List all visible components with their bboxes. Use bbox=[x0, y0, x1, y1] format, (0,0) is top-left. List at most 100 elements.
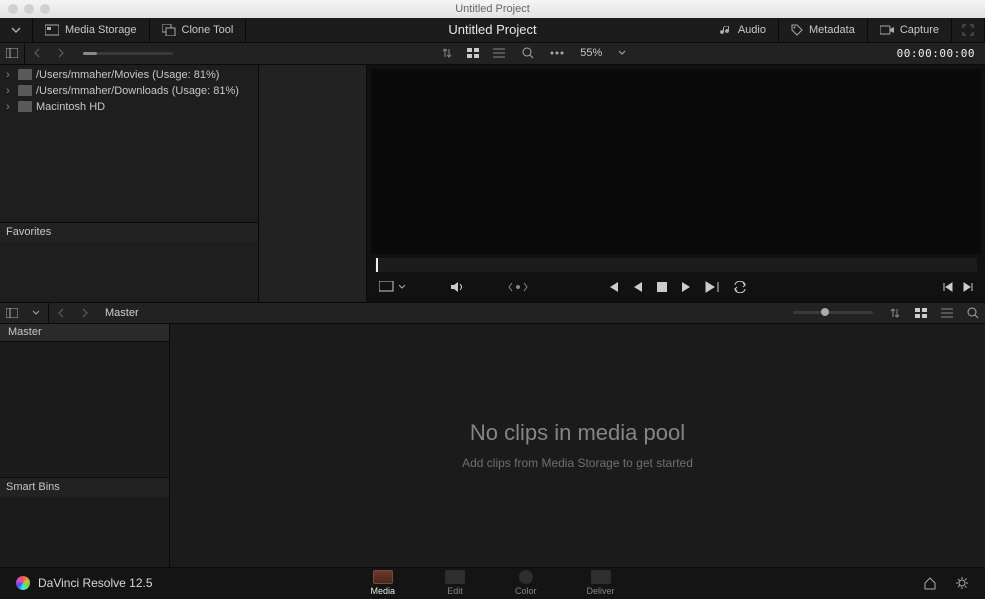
clone-tool-icon bbox=[162, 24, 176, 36]
go-to-end-button[interactable] bbox=[705, 281, 719, 293]
minimize-window-icon[interactable] bbox=[24, 4, 34, 14]
play-icon bbox=[681, 281, 691, 293]
pool-layout-button[interactable] bbox=[0, 302, 24, 324]
pool-grid-view[interactable] bbox=[909, 302, 933, 324]
tab-label: Color bbox=[515, 586, 537, 596]
pool-nav-back[interactable] bbox=[49, 302, 73, 324]
secondary-toolbar: 55% 00:00:00:00 bbox=[0, 43, 985, 65]
playhead-icon[interactable] bbox=[376, 258, 378, 272]
project-settings-button[interactable] bbox=[955, 576, 969, 590]
tree-item[interactable]: › /Users/mmaher/Downloads (Usage: 81%) bbox=[0, 83, 258, 99]
skip-forward-icon bbox=[705, 281, 719, 293]
media-storage-icon bbox=[45, 24, 59, 36]
project-title: Untitled Project bbox=[448, 22, 536, 37]
capture-button[interactable]: Capture bbox=[868, 18, 952, 42]
clone-tool-label: Clone Tool bbox=[182, 24, 234, 36]
color-tab-icon bbox=[519, 570, 533, 584]
tree-item-label: Macintosh HD bbox=[36, 101, 105, 113]
tab-deliver[interactable]: Deliver bbox=[587, 570, 615, 596]
edit-tab-icon bbox=[445, 570, 465, 584]
zoom-level[interactable]: 55% bbox=[580, 47, 602, 59]
prev-clip-button[interactable] bbox=[943, 282, 953, 292]
chevron-right-icon: › bbox=[6, 101, 14, 113]
clone-tool-button[interactable]: Clone Tool bbox=[150, 18, 247, 42]
grid-view-button[interactable] bbox=[461, 42, 485, 64]
panel-layout-button[interactable] bbox=[0, 42, 24, 64]
search-button[interactable] bbox=[516, 42, 540, 64]
app-branding: DaVinci Resolve 12.5 bbox=[16, 576, 153, 590]
step-back-button[interactable] bbox=[633, 281, 643, 293]
davinci-logo-icon bbox=[16, 576, 30, 590]
capture-icon bbox=[880, 25, 894, 35]
tab-color[interactable]: Color bbox=[515, 570, 537, 596]
timecode-display[interactable]: 00:00:00:00 bbox=[887, 47, 985, 60]
tree-item[interactable]: › /Users/mmaher/Movies (Usage: 81%) bbox=[0, 67, 258, 83]
source-viewer bbox=[367, 65, 985, 302]
home-button[interactable] bbox=[923, 576, 937, 590]
go-to-start-button[interactable] bbox=[605, 281, 619, 293]
nav-forward-button[interactable] bbox=[49, 42, 73, 64]
zoom-dropdown[interactable] bbox=[610, 42, 634, 64]
skip-back-icon bbox=[605, 281, 619, 293]
list-icon bbox=[941, 308, 953, 318]
next-clip-button[interactable] bbox=[963, 282, 973, 292]
viewer-mode-button[interactable] bbox=[379, 281, 406, 293]
gear-icon bbox=[955, 576, 969, 590]
viewer-controls bbox=[367, 272, 985, 302]
sort-button[interactable] bbox=[435, 42, 459, 64]
stop-button[interactable] bbox=[657, 282, 667, 292]
fullscreen-button[interactable] bbox=[952, 18, 985, 42]
tree-item-label: /Users/mmaher/Movies (Usage: 81%) bbox=[36, 69, 219, 81]
pool-thumb-slider[interactable] bbox=[793, 311, 873, 314]
match-frame-button[interactable] bbox=[508, 282, 528, 292]
favorites-header[interactable]: Favorites bbox=[0, 222, 258, 242]
speaker-icon bbox=[450, 281, 464, 293]
list-view-button[interactable] bbox=[487, 42, 511, 64]
nav-back-button[interactable] bbox=[25, 42, 49, 64]
chevron-right-icon: › bbox=[6, 69, 14, 81]
tab-edit[interactable]: Edit bbox=[445, 570, 465, 596]
empty-pool-title: No clips in media pool bbox=[470, 420, 685, 446]
workspace-dropdown[interactable] bbox=[0, 18, 33, 42]
options-button[interactable] bbox=[545, 42, 569, 64]
loop-button[interactable] bbox=[733, 281, 747, 293]
thumbnail-size-slider[interactable] bbox=[83, 52, 173, 55]
pool-breadcrumb[interactable]: Master bbox=[97, 307, 147, 319]
pool-list-view[interactable] bbox=[935, 302, 959, 324]
media-storage-button[interactable]: Media Storage bbox=[33, 18, 150, 42]
pool-dropdown[interactable] bbox=[24, 302, 48, 324]
pool-nav-forward[interactable] bbox=[73, 302, 97, 324]
capture-label: Capture bbox=[900, 24, 939, 36]
tab-media[interactable]: Media bbox=[370, 570, 395, 596]
drive-icon bbox=[18, 85, 32, 96]
close-window-icon[interactable] bbox=[8, 4, 18, 14]
metadata-button[interactable]: Metadata bbox=[779, 18, 868, 42]
mute-button[interactable] bbox=[450, 281, 464, 293]
smart-bins-header[interactable]: Smart Bins bbox=[0, 477, 169, 497]
drive-icon bbox=[18, 69, 32, 80]
pool-search-button[interactable] bbox=[961, 302, 985, 324]
tree-item[interactable]: › Macintosh HD bbox=[0, 99, 258, 115]
play-button[interactable] bbox=[681, 281, 691, 293]
top-toolbar: Media Storage Clone Tool Untitled Projec… bbox=[0, 18, 985, 43]
viewer-timeline[interactable] bbox=[375, 258, 977, 272]
favorites-area bbox=[0, 242, 258, 302]
audio-label: Audio bbox=[738, 24, 766, 36]
chevron-right-icon: › bbox=[6, 85, 14, 97]
layout-icon bbox=[6, 308, 18, 318]
tab-label: Edit bbox=[447, 586, 463, 596]
grid-icon bbox=[467, 48, 479, 58]
music-note-icon bbox=[720, 24, 732, 36]
viewer-canvas bbox=[371, 69, 981, 254]
empty-pool-subtitle: Add clips from Media Storage to get star… bbox=[462, 456, 693, 470]
metadata-label: Metadata bbox=[809, 24, 855, 36]
window-title: Untitled Project bbox=[455, 3, 530, 15]
audio-button[interactable]: Audio bbox=[708, 18, 779, 42]
media-pool[interactable]: No clips in media pool Add clips from Me… bbox=[170, 324, 985, 567]
preview-strip bbox=[259, 65, 367, 302]
grid-icon bbox=[915, 308, 927, 318]
pool-sort-button[interactable] bbox=[883, 302, 907, 324]
zoom-window-icon[interactable] bbox=[40, 4, 50, 14]
bins-body bbox=[0, 342, 169, 477]
bins-master[interactable]: Master bbox=[0, 324, 169, 342]
